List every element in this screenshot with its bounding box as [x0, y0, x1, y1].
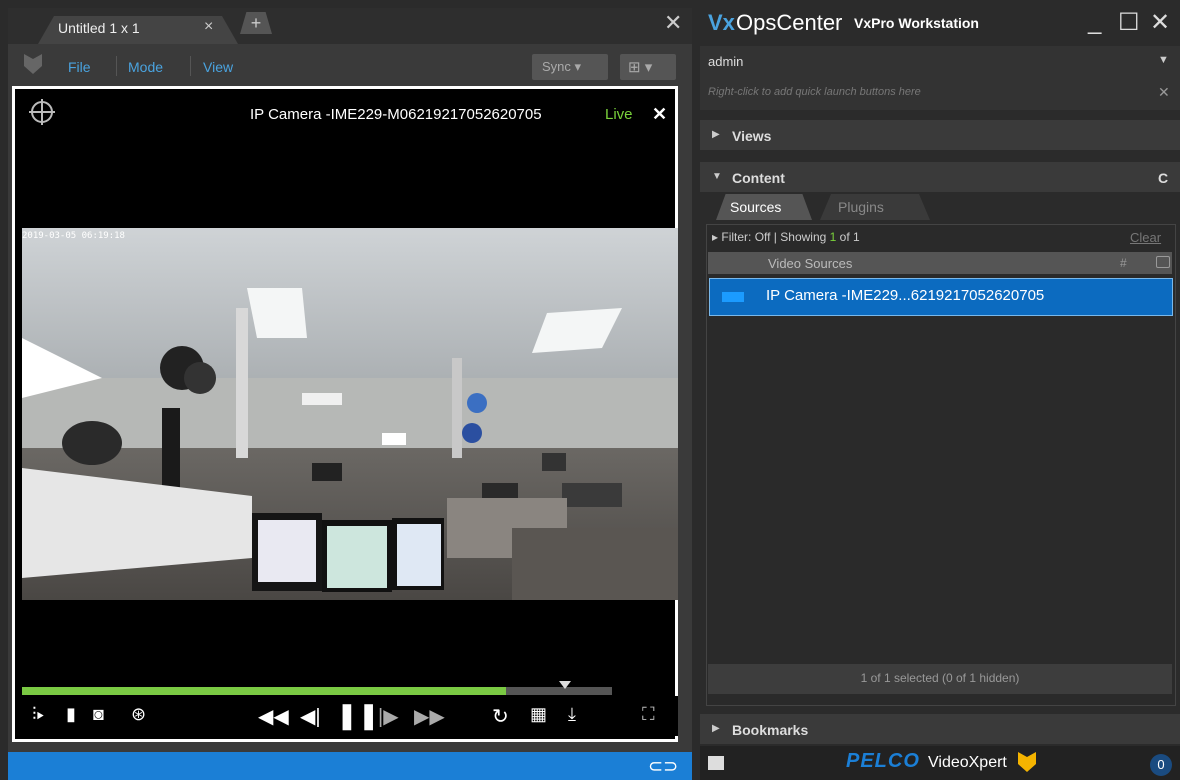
videoxpert-label: VideoXpert	[928, 754, 1007, 771]
menu-divider	[190, 56, 191, 76]
sync-dropdown[interactable]: Sync ▾	[532, 54, 608, 80]
pause-icon[interactable]: ❚❚	[336, 700, 380, 731]
selection-status: 1 of 1 selected (0 of 1 hidden)	[860, 671, 1020, 685]
expand-views-icon[interactable]: ▶	[712, 129, 720, 140]
close-workspace-icon[interactable]: ✕	[664, 10, 682, 36]
snapshot-icon[interactable]: ◙	[93, 704, 104, 725]
current-user[interactable]: admin	[708, 54, 743, 69]
login-icon[interactable]	[708, 756, 724, 770]
user-dropdown-icon[interactable]: ▼	[1158, 54, 1169, 66]
filter-prefix: ▸ Filter: Off | Showing	[712, 230, 830, 244]
close-window-icon[interactable]: ✕	[1150, 8, 1170, 37]
refresh-icon[interactable]: C	[1158, 170, 1168, 186]
views-label: Views	[732, 128, 772, 144]
brand-workstation: VxPro Workstation	[854, 15, 979, 31]
search-motion-icon[interactable]: ⊛	[131, 704, 146, 725]
layout-grid-icon: ⊞ ▾	[628, 59, 653, 76]
calendar-icon[interactable]: ▦	[530, 704, 547, 725]
bookmark-icon[interactable]: ▮	[66, 704, 76, 725]
fast-forward-icon[interactable]: ▶▶	[414, 704, 445, 729]
camera-title: IP Camera -IME229-M06219217052620705	[250, 106, 542, 123]
playhead-marker[interactable]	[559, 681, 571, 689]
close-camera-icon[interactable]: ✕	[652, 104, 667, 125]
camera-icon	[722, 292, 744, 302]
office-scene-image	[22, 228, 678, 600]
menu-file[interactable]: File	[68, 59, 91, 75]
replay-30-icon[interactable]: ↻	[492, 704, 509, 729]
filter-of: of	[836, 230, 854, 244]
timeline-progress	[22, 687, 506, 695]
video-feed	[22, 228, 678, 600]
live-status: Live	[605, 106, 633, 123]
filter-status[interactable]: ▸ Filter: Off | Showing 1 of 1	[712, 230, 860, 244]
user-bar	[700, 46, 1180, 110]
camera-column-icon[interactable]	[1156, 256, 1170, 268]
tab-close-icon[interactable]: ×	[204, 18, 213, 36]
expand-bookmarks-icon[interactable]: ▶	[712, 723, 720, 734]
video-timestamp: 2019-03-05 06:19:18	[22, 231, 125, 241]
collapse-content-icon[interactable]: ▼	[712, 171, 722, 182]
ptz-crosshair-icon[interactable]	[29, 99, 55, 125]
tab-label: Untitled 1 x 1	[58, 20, 140, 36]
rewind-icon[interactable]: ◀◀	[258, 704, 289, 729]
menu-mode[interactable]: Mode	[128, 59, 163, 75]
export-icon[interactable]: ⤓	[568, 704, 576, 725]
notification-badge[interactable]: 0	[1150, 754, 1172, 776]
menu-view[interactable]: View	[203, 59, 233, 75]
tab-plugins-label: Plugins	[838, 199, 884, 215]
column-number[interactable]: #	[1120, 256, 1127, 270]
source-row-label: IP Camera -IME229...6219217052620705	[766, 287, 1045, 304]
maximize-icon[interactable]: ☐	[1118, 8, 1140, 37]
column-video-sources[interactable]: Video Sources	[768, 256, 852, 271]
menu-divider	[116, 56, 117, 76]
clip-icon[interactable]: ⫶▸	[32, 704, 45, 725]
quick-launch-hint: Right-click to add quick launch buttons …	[708, 86, 921, 98]
status-bar	[8, 752, 692, 780]
bookmarks-label: Bookmarks	[732, 722, 809, 738]
fullscreen-icon[interactable]: ⛶	[642, 704, 655, 725]
tab-sources-label: Sources	[730, 199, 782, 215]
minimize-icon[interactable]: _	[1088, 8, 1101, 36]
content-label: Content	[732, 170, 785, 186]
brand-vx: Vx	[708, 10, 735, 35]
sync-label: Sync ▾	[542, 59, 582, 74]
step-forward-icon[interactable]: |▶	[378, 704, 399, 729]
layout-dropdown[interactable]: ⊞ ▾	[620, 54, 676, 80]
brand-opscenter: OpsCenter	[736, 10, 843, 35]
close-quick-launch-icon[interactable]: ✕	[1158, 84, 1170, 101]
total-count: 1	[853, 230, 860, 244]
clear-filter-link[interactable]: Clear	[1130, 230, 1161, 245]
link-icon[interactable]: ⊂⊃	[648, 756, 678, 777]
playback-timeline[interactable]	[22, 687, 612, 695]
pelco-logo: PELCO	[846, 750, 920, 772]
step-back-icon[interactable]: ◀|	[300, 704, 321, 729]
views-section-header[interactable]	[700, 120, 1180, 150]
